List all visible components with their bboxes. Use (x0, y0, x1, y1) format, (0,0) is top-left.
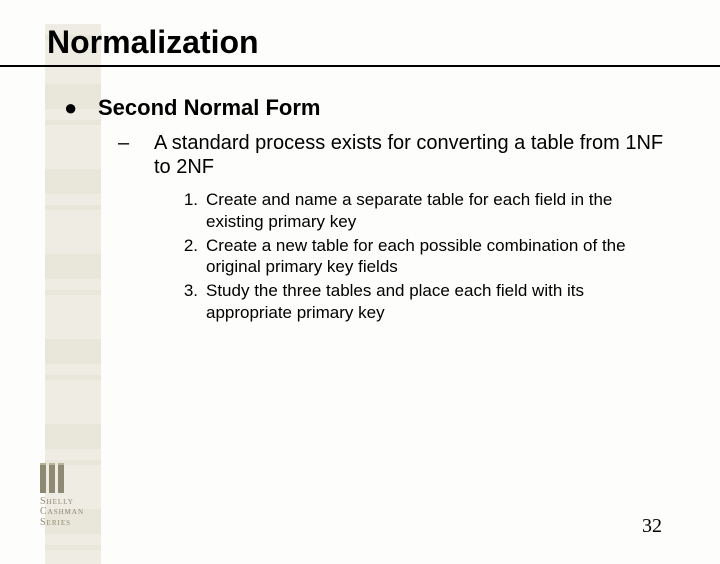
step-text: Create a new table for each possible com… (206, 235, 670, 279)
list-item: 3. Study the three tables and place each… (170, 280, 670, 324)
step-number: 2. (170, 235, 206, 279)
slide-title: Normalization (47, 24, 720, 61)
bullet-marker: – (118, 131, 154, 179)
bullet-level-2: – A standard process exists for converti… (118, 131, 678, 179)
numbered-steps: 1. Create and name a separate table for … (170, 189, 670, 324)
step-number: 1. (170, 189, 206, 233)
logo-text: Series (40, 518, 110, 529)
bullet-text: Second Normal Form (98, 95, 320, 121)
bullet-level-1: ● Second Normal Form (64, 95, 720, 121)
bullet-text: A standard process exists for converting… (154, 131, 678, 179)
step-text: Create and name a separate table for eac… (206, 189, 670, 233)
logo-bars-icon (40, 463, 110, 493)
logo-text: Cashman (40, 507, 110, 518)
page-number: 32 (642, 515, 662, 538)
list-item: 1. Create and name a separate table for … (170, 189, 670, 233)
publisher-logo: Shelly Cashman Series (40, 463, 110, 529)
list-item: 2. Create a new table for each possible … (170, 235, 670, 279)
title-rule (0, 65, 720, 67)
slide-content: Normalization ● Second Normal Form – A s… (0, 24, 720, 324)
step-number: 3. (170, 280, 206, 324)
step-text: Study the three tables and place each fi… (206, 280, 670, 324)
bullet-marker: ● (64, 95, 98, 121)
